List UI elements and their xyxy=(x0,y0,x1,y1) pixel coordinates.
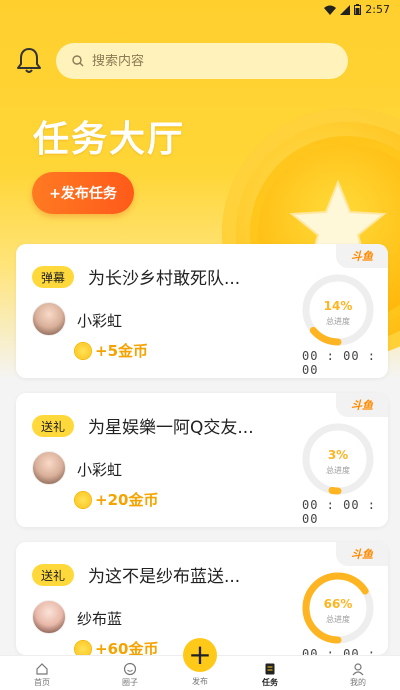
task-title: 为星娱樂一阿Q交友... xyxy=(88,418,254,438)
platform-badge: 斗鱼 xyxy=(336,244,388,268)
avatar xyxy=(32,302,66,336)
task-list-icon xyxy=(265,663,275,675)
countdown-timer: 00 : 00 : 00 xyxy=(302,498,377,526)
wifi-icon xyxy=(324,5,337,15)
platform-badge: 斗鱼 xyxy=(336,542,388,566)
task-type-tag: 弹幕 xyxy=(32,266,75,288)
avatar xyxy=(32,451,66,485)
tab-label: 任务 xyxy=(262,678,278,687)
countdown-timer: 00 : 00 : 00 xyxy=(302,647,377,655)
publish-fab-button[interactable]: + xyxy=(183,638,217,672)
search-bar[interactable] xyxy=(56,43,348,79)
smile-icon xyxy=(123,662,137,676)
user-name: 纱布蓝 xyxy=(77,610,123,628)
reward-amount: +5金币 xyxy=(95,342,149,360)
coin-icon xyxy=(75,343,91,359)
progress-percent: 3% xyxy=(327,448,349,462)
task-title: 为长沙乡村敢死队... xyxy=(88,269,241,289)
task-card[interactable]: 斗鱼 送礼 为星娱樂一阿Q交友... 小彩虹 +20金币 3% 总进度 00 :… xyxy=(16,393,388,527)
progress-percent: 66% xyxy=(323,597,353,611)
user-icon xyxy=(352,663,364,676)
tab-circle[interactable]: 圈子 xyxy=(110,662,150,688)
user-name: 小彩虹 xyxy=(77,312,123,330)
publish-task-button[interactable]: +发布任务 xyxy=(32,172,134,214)
task-type-tag: 送礼 xyxy=(32,415,75,437)
tab-mine[interactable]: 我的 xyxy=(338,662,378,688)
status-time: 2:57 xyxy=(365,3,390,16)
progress-caption: 总进度 xyxy=(326,615,350,624)
tab-label: 圈子 xyxy=(122,678,138,687)
signal-icon xyxy=(340,4,351,15)
tab-label: 我的 xyxy=(350,678,366,687)
user-name: 小彩虹 xyxy=(77,461,123,479)
search-input[interactable] xyxy=(92,53,312,69)
battery-icon xyxy=(354,4,362,15)
plus-icon: + xyxy=(188,638,212,671)
bell-icon[interactable] xyxy=(16,46,42,74)
avatar xyxy=(32,600,66,634)
tab-home[interactable]: 首页 xyxy=(22,662,62,688)
tab-publish-label: 发布 xyxy=(192,677,208,686)
home-icon xyxy=(36,663,48,675)
search-icon xyxy=(72,55,84,67)
task-title: 为这不是纱布蓝送... xyxy=(88,567,241,587)
status-bar: 2:57 xyxy=(0,0,400,22)
coin-icon xyxy=(75,641,91,655)
coin-icon xyxy=(75,492,91,508)
tab-tasks[interactable]: 任务 xyxy=(250,662,290,688)
task-card[interactable]: 斗鱼 弹幕 为长沙乡村敢死队... 小彩虹 +5金币 14% 总进度 00 : … xyxy=(16,244,388,378)
reward-amount: +20金币 xyxy=(95,491,159,509)
tab-label: 首页 xyxy=(34,678,50,687)
progress-caption: 总进度 xyxy=(326,317,350,326)
page-title: 任务大厅 xyxy=(33,119,186,160)
task-type-tag: 送礼 xyxy=(32,564,75,586)
platform-badge: 斗鱼 xyxy=(336,393,388,417)
reward-amount: +60金币 xyxy=(95,640,159,655)
countdown-timer: 00 : 00 : 00 xyxy=(302,349,377,377)
progress-caption: 总进度 xyxy=(326,466,350,475)
progress-percent: 14% xyxy=(323,299,353,313)
